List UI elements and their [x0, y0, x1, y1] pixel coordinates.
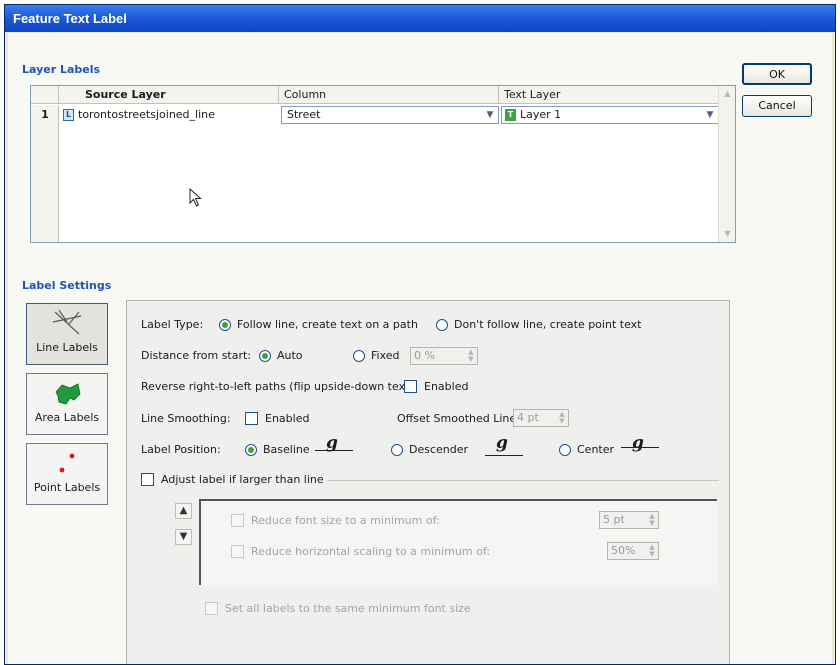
rownum-header: [31, 86, 59, 104]
descender-glyph: g: [496, 433, 508, 453]
label-type-label: Label Type:: [141, 318, 204, 331]
row-number: 1: [41, 108, 49, 121]
layer-labels-grid[interactable]: Source Layer Column Text Layer 1 L toron…: [30, 85, 736, 243]
move-down-icon[interactable]: ▼: [175, 529, 192, 545]
point-text-radio[interactable]: [436, 319, 448, 331]
reverse-paths-label: Reverse right-to-left paths (flip upside…: [141, 380, 418, 393]
same-size-label: Set all labels to the same minimum font …: [225, 602, 471, 615]
offset-smoothed-value: 4 pt: [517, 411, 539, 424]
distance-fixed-option[interactable]: Fixed: [371, 349, 400, 362]
move-up-icon[interactable]: ▲: [175, 503, 192, 519]
tab-point-labels[interactable]: Point Labels: [26, 443, 108, 505]
line-labels-icon: [52, 309, 82, 335]
follow-line-option[interactable]: Follow line, create text on a path: [237, 318, 418, 331]
follow-line-radio[interactable]: [219, 319, 231, 331]
adjust-label-checkbox[interactable]: [141, 473, 154, 486]
layer-labels-heading: Layer Labels: [22, 63, 101, 76]
point-labels-icon: [59, 453, 75, 473]
position-baseline-radio[interactable]: [245, 444, 257, 456]
distance-auto-option[interactable]: Auto: [277, 349, 303, 362]
line-smoothing-label: Line Smoothing:: [141, 412, 231, 425]
adjust-label-label[interactable]: Adjust label if larger than line: [161, 473, 324, 486]
position-descender-option[interactable]: Descender: [409, 443, 468, 456]
tab-area-labels-label: Area Labels: [34, 411, 100, 424]
line-smoothing-enabled-label[interactable]: Enabled: [265, 412, 309, 425]
adjust-divider: [327, 480, 719, 481]
column-select[interactable]: Street ▼: [281, 106, 499, 124]
reduce-scaling-checkbox[interactable]: [231, 545, 244, 558]
center-glyph: g: [632, 433, 644, 453]
point-text-option[interactable]: Don't follow line, create point text: [454, 318, 641, 331]
scroll-down-icon[interactable]: ▼: [721, 228, 734, 240]
baseline-line: [315, 450, 353, 451]
spinner-arrows-icon[interactable]: ▲ ▼: [466, 349, 476, 363]
spinner-arrows-icon[interactable]: ▲ ▼: [647, 544, 657, 558]
reduce-font-spinner[interactable]: 5 pt ▲ ▼: [599, 511, 659, 529]
tab-line-labels-label: Line Labels: [36, 341, 98, 354]
distance-fixed-radio[interactable]: [353, 350, 365, 362]
dialog-title: Feature Text Label: [5, 5, 835, 32]
offset-smoothed-label: Offset Smoothed Line: [397, 412, 517, 425]
center-line: [621, 447, 659, 448]
position-center-radio[interactable]: [559, 444, 571, 456]
distance-fixed-value: 0 %: [414, 349, 435, 362]
text-layer-icon: T: [505, 109, 516, 121]
grid-scrollbar[interactable]: ▲ ▼: [718, 86, 735, 242]
area-labels-icon: [55, 383, 81, 405]
same-size-checkbox[interactable]: [205, 602, 218, 615]
column-header[interactable]: Column: [279, 86, 499, 104]
grid-header: Source Layer Column Text Layer: [31, 86, 735, 104]
distance-label: Distance from start:: [141, 349, 252, 362]
offset-smoothed-spinner[interactable]: 4 pt ▲ ▼: [513, 409, 569, 427]
column-select-value: Street: [287, 108, 321, 121]
reduce-font-checkbox[interactable]: [231, 514, 244, 527]
label-settings-heading: Label Settings: [22, 279, 112, 292]
text-layer-select-value: Layer 1: [520, 108, 562, 121]
feature-text-label-dialog: Feature Text Label Layer Labels OK Cance…: [4, 4, 836, 665]
reduce-scaling-spinner[interactable]: 50% ▲ ▼: [607, 542, 659, 560]
distance-fixed-spinner[interactable]: 0 % ▲ ▼: [410, 347, 478, 365]
chevron-down-icon[interactable]: ▼: [703, 108, 717, 122]
mouse-cursor-icon: [189, 188, 202, 207]
source-layer-header[interactable]: Source Layer: [59, 86, 279, 104]
tab-area-labels[interactable]: Area Labels: [26, 373, 108, 435]
spinner-arrows-icon[interactable]: ▲ ▼: [647, 513, 657, 527]
text-layer-header[interactable]: Text Layer: [499, 86, 719, 104]
label-position-label: Label Position:: [141, 443, 221, 456]
position-center-option[interactable]: Center: [577, 443, 614, 456]
descender-line: [485, 455, 523, 456]
tab-point-labels-label: Point Labels: [33, 481, 101, 494]
adjust-options-box: Reduce font size to a minimum of: 5 pt ▲…: [199, 499, 717, 585]
reduce-scaling-label: Reduce horizontal scaling to a minimum o…: [251, 545, 491, 558]
reduce-font-label: Reduce font size to a minimum of:: [251, 514, 440, 527]
distance-auto-radio[interactable]: [259, 350, 271, 362]
reverse-paths-enabled-label[interactable]: Enabled: [424, 380, 468, 393]
tab-line-labels[interactable]: Line Labels: [26, 303, 108, 365]
position-descender-radio[interactable]: [391, 444, 403, 456]
reduce-scaling-value: 50%: [611, 544, 636, 557]
scroll-up-icon[interactable]: ▲: [721, 88, 734, 100]
text-layer-select[interactable]: T Layer 1 ▼: [501, 106, 719, 124]
dialog-client: Layer Labels OK Cancel Source Layer Colu…: [8, 33, 832, 664]
line-smoothing-checkbox[interactable]: [245, 412, 258, 425]
line-labels-settings-panel: Label Type: Follow line, create text on …: [126, 300, 730, 664]
reverse-paths-checkbox[interactable]: [404, 380, 417, 393]
spinner-arrows-icon[interactable]: ▲ ▼: [557, 411, 567, 425]
line-layer-icon: L: [63, 109, 74, 121]
position-baseline-option[interactable]: Baseline: [263, 443, 310, 456]
reduce-font-value: 5 pt: [603, 513, 625, 526]
chevron-down-icon[interactable]: ▼: [483, 108, 497, 122]
cancel-button[interactable]: Cancel: [742, 95, 812, 117]
table-row[interactable]: L torontostreetsjoined_line: [63, 105, 277, 125]
source-layer-cell: torontostreetsjoined_line: [78, 108, 215, 121]
row-number-column: [31, 105, 59, 242]
ok-button[interactable]: OK: [742, 63, 812, 85]
